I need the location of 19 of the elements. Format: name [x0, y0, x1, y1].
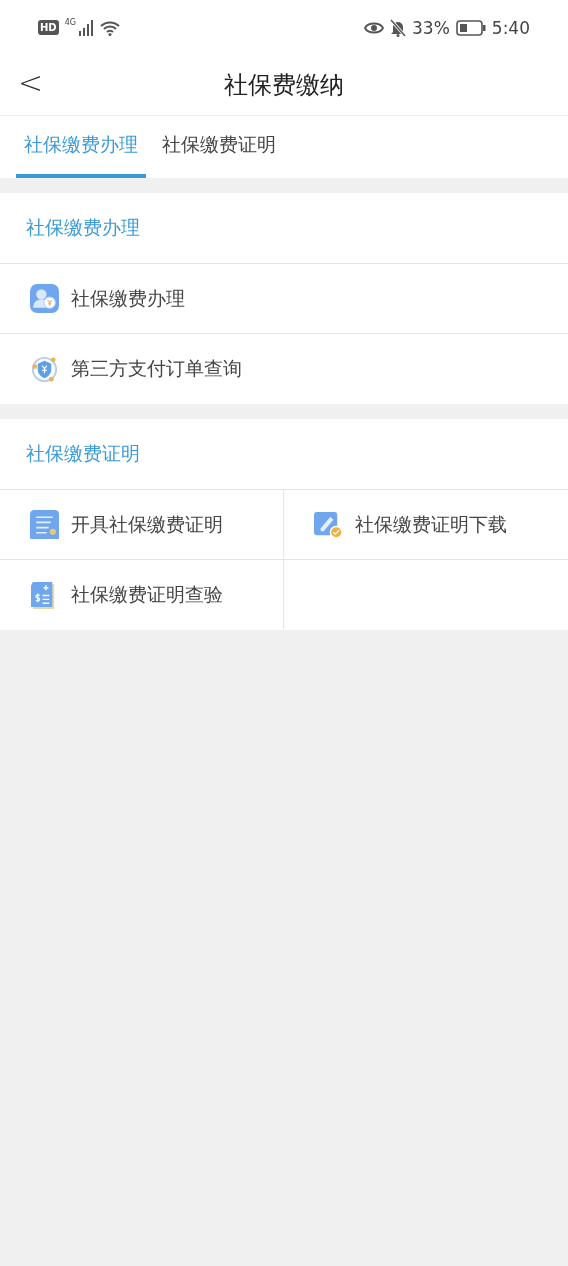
- back-button[interactable]: <: [14, 65, 48, 100]
- battery-icon: [455, 19, 486, 36]
- page-title: 社保费缴纳: [224, 70, 344, 101]
- signal-icon: [77, 19, 94, 36]
- battery-percent: 33%: [412, 17, 450, 38]
- network-label: 4G: [64, 18, 76, 27]
- section-title: 社保缴费证明: [26, 441, 140, 466]
- bell-off-icon: [390, 18, 406, 37]
- menu-item[interactable]: 开具社保缴费证明: [0, 490, 284, 560]
- shield-icon: [30, 354, 59, 384]
- eye-icon: [364, 20, 384, 35]
- clock-time: 5:40: [491, 17, 530, 38]
- user-coin-icon: [30, 284, 59, 313]
- pen-check-icon: [314, 510, 343, 539]
- tab[interactable]: 社保缴费证明: [154, 116, 284, 178]
- list-icon: [30, 510, 59, 539]
- hd-badge: HD: [38, 20, 59, 35]
- section-title: 社保缴费办理: [26, 215, 140, 240]
- wifi-icon: [99, 19, 120, 36]
